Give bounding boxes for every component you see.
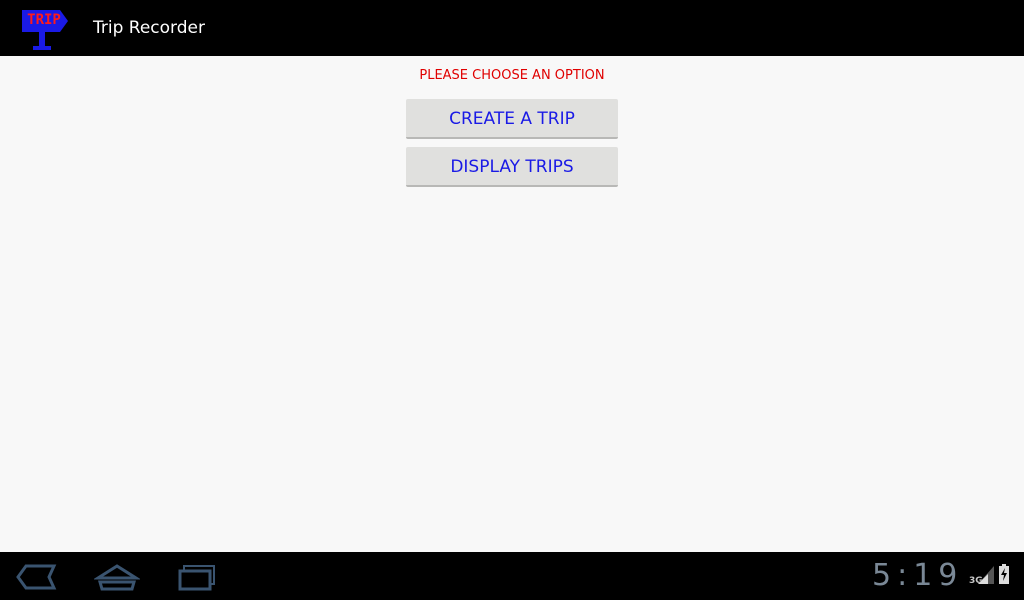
signal-icon [978,566,994,584]
create-trip-button[interactable]: CREATE A TRIP [406,99,618,139]
recent-apps-icon[interactable] [174,562,220,592]
choose-option-prompt: PLEASE CHOOSE AN OPTION [419,68,605,83]
trip-signpost-icon[interactable]: TRIP [20,4,70,52]
app-title: Trip Recorder [93,18,205,38]
main-content: PLEASE CHOOSE AN OPTION CREATE A TRIP DI… [0,56,1024,552]
display-trips-button[interactable]: DISPLAY TRIPS [406,147,618,187]
back-icon[interactable] [14,562,60,592]
system-bar: 5:19 3G [0,552,1024,600]
home-icon[interactable] [92,562,142,592]
clock: 5:19 [872,558,964,593]
logo-text: TRIP [27,12,61,28]
battery-charging-icon [998,564,1010,584]
screen: TRIP Trip Recorder PLEASE CHOOSE AN OPTI… [0,0,1024,600]
action-bar: TRIP Trip Recorder [0,0,1024,56]
